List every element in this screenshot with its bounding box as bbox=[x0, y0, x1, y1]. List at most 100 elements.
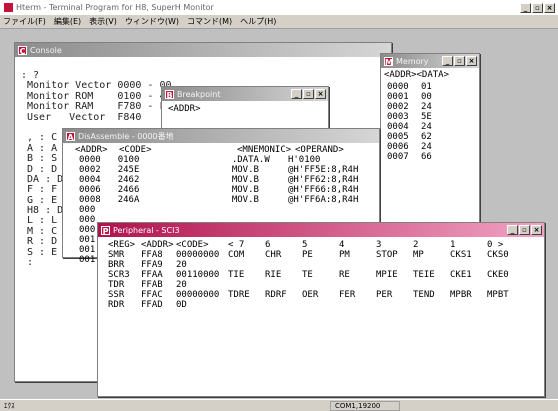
peripheral-cell: RDR bbox=[108, 300, 125, 310]
peripheral-minimize-button[interactable]: _ bbox=[507, 225, 518, 235]
peripheral-cell bbox=[413, 260, 450, 270]
peripheral-cell bbox=[265, 260, 302, 270]
peripheral-cell: CKS0 bbox=[487, 250, 509, 260]
memory-minimize-button[interactable]: _ bbox=[442, 56, 453, 66]
peripheral-title: Peripheral - SCI3 bbox=[113, 225, 180, 235]
memory-addr: 0000 bbox=[387, 82, 409, 92]
menu-edit[interactable]: 編集(E) bbox=[54, 16, 81, 27]
peripheral-titlebar[interactable]: P Peripheral - SCI3 _ ▫ × bbox=[98, 223, 544, 237]
peripheral-cell: 0D bbox=[176, 300, 187, 310]
peripheral-cell: TEIE bbox=[413, 270, 435, 280]
disassemble-row: 0006 2466 MOV.B @H'FF66:8,R4H bbox=[79, 185, 375, 195]
memory-row: 0006 24 bbox=[387, 142, 476, 152]
app-close-button[interactable]: × bbox=[544, 2, 555, 13]
memory-data: 24 bbox=[421, 122, 432, 132]
peripheral-cell: TDRE bbox=[228, 290, 250, 300]
app-titlebar[interactable]: Hterm - Terminal Program for H8, SuperH … bbox=[0, 0, 558, 15]
breakpoint-window[interactable]: B Breakpoint _ ▫ × <ADDR> bbox=[161, 86, 329, 132]
disassemble-mnemonic: MOV.B bbox=[231, 185, 259, 195]
peripheral-window-icon: P bbox=[101, 225, 110, 236]
memory-header: <ADDR><DATA> bbox=[384, 70, 450, 80]
peripheral-cell: PM bbox=[339, 250, 350, 260]
peripheral-cell bbox=[265, 280, 302, 290]
peripheral-cell bbox=[339, 260, 376, 270]
breakpoint-minimize-button[interactable]: _ bbox=[291, 89, 302, 99]
peripheral-row: RDR FFAD 0D bbox=[108, 300, 540, 310]
peripheral-cell bbox=[413, 280, 450, 290]
console-titlebar[interactable]: C Console bbox=[15, 43, 391, 57]
peripheral-cell bbox=[302, 280, 339, 290]
peripheral-cell bbox=[228, 300, 265, 310]
peripheral-cell: BRR bbox=[108, 260, 125, 270]
memory-window[interactable]: M Memory _ ▫ × <ADDR><DATA> 0000 01 0001 00… bbox=[380, 53, 480, 223]
app-window-controls: _ ▫ × bbox=[520, 2, 555, 13]
peripheral-row: SSR FFAC 00000000 TDRE RDRF OER FER PER TEND MPBR… bbox=[108, 290, 540, 300]
disassemble-operand: H'0100 bbox=[287, 155, 321, 165]
peripheral-row: BRR FFA9 20 bbox=[108, 260, 540, 270]
peripheral-header-col: 6 bbox=[265, 240, 271, 250]
disassemble-row: 0002 245E MOV.B @H'FF5E:8,R4H bbox=[79, 165, 375, 175]
peripheral-header-col: 4 bbox=[339, 240, 345, 250]
app-title: Hterm - Terminal Program for H8, SuperH … bbox=[16, 3, 214, 12]
memory-data: 62 bbox=[421, 132, 432, 142]
memory-maximize-button[interactable]: ▫ bbox=[454, 56, 465, 66]
memory-row: 0002 24 bbox=[387, 102, 476, 112]
disassemble-addr: 0006 bbox=[79, 185, 101, 195]
peripheral-cell: FFAD bbox=[141, 300, 163, 310]
peripheral-cell: PE bbox=[302, 250, 313, 260]
memory-close-button[interactable]: × bbox=[466, 56, 477, 66]
disassemble-title: DisAssemble - 0000番地 bbox=[78, 131, 174, 141]
peripheral-cell bbox=[302, 260, 339, 270]
peripheral-maximize-button[interactable]: ▫ bbox=[519, 225, 530, 235]
disassemble-window-icon: A bbox=[66, 131, 75, 142]
memory-data: 01 bbox=[421, 82, 432, 92]
disassemble-header-operand: <OPERAND> bbox=[295, 145, 344, 155]
peripheral-window[interactable]: P Peripheral - SCI3 _ ▫ × <REG> <ADDR> <CO… bbox=[97, 222, 545, 397]
peripheral-header-col: 5 bbox=[302, 240, 308, 250]
peripheral-cell bbox=[339, 280, 376, 290]
disassemble-titlebar[interactable]: A DisAssemble - 0000番地 bbox=[63, 129, 379, 143]
peripheral-cell: RDRF bbox=[265, 290, 287, 300]
peripheral-cell: RIE bbox=[265, 270, 282, 280]
peripheral-cell bbox=[376, 260, 413, 270]
peripheral-cell: SSR bbox=[108, 290, 125, 300]
breakpoint-close-button[interactable]: × bbox=[315, 89, 326, 99]
menu-file[interactable]: ファイル(F) bbox=[3, 16, 46, 27]
disassemble-code bbox=[118, 205, 232, 215]
memory-addr: 0006 bbox=[387, 142, 409, 152]
memory-titlebar[interactable]: M Memory _ ▫ × bbox=[381, 54, 479, 68]
memory-window-controls: _ ▫ × bbox=[442, 56, 477, 66]
breakpoint-maximize-button[interactable]: ▫ bbox=[303, 89, 314, 99]
peripheral-cell: CKE0 bbox=[487, 270, 509, 280]
menu-view[interactable]: 表示(V) bbox=[89, 16, 117, 27]
disassemble-header-code: <CODE> bbox=[119, 145, 152, 155]
peripheral-cell bbox=[302, 300, 339, 310]
peripheral-close-button[interactable]: × bbox=[531, 225, 542, 235]
peripheral-cell bbox=[376, 300, 413, 310]
peripheral-cell: MPBT bbox=[487, 290, 509, 300]
peripheral-cell: 00000000 bbox=[176, 250, 220, 260]
menu-command[interactable]: コマンド(M) bbox=[187, 16, 232, 27]
peripheral-header: <REG> <ADDR> <CODE> < 7 6 5 4 3 2 1 0 > bbox=[98, 237, 544, 250]
disassemble-mnemonic: MOV.B bbox=[231, 195, 259, 205]
peripheral-window-controls: _ ▫ × bbox=[507, 225, 542, 235]
peripheral-cell bbox=[228, 280, 265, 290]
disassemble-operand: @H'FF5E:8,R4H bbox=[287, 165, 359, 175]
peripheral-header-col: 2 bbox=[413, 240, 419, 250]
memory-data: 00 bbox=[421, 92, 432, 102]
app-maximize-button[interactable]: ▫ bbox=[532, 2, 543, 13]
menu-window[interactable]: ウィンドウ(W) bbox=[125, 16, 179, 27]
peripheral-cell: FFAB bbox=[141, 280, 163, 290]
disassemble-mnemonic: MOV.B bbox=[231, 175, 259, 185]
disassemble-operand: @H'FF6A:8,R4H bbox=[287, 195, 359, 205]
peripheral-cell bbox=[413, 300, 450, 310]
memory-addr: 0005 bbox=[387, 132, 409, 142]
peripheral-cell: FFA9 bbox=[141, 260, 163, 270]
menu-help[interactable]: ヘルプ(H) bbox=[240, 16, 276, 27]
disassemble-mnemonic: .DATA.W bbox=[231, 155, 270, 165]
peripheral-cell: PER bbox=[376, 290, 393, 300]
status-port: COM1,19200 bbox=[330, 400, 400, 411]
app-minimize-button[interactable]: _ bbox=[520, 2, 531, 13]
memory-data: 66 bbox=[421, 152, 432, 162]
breakpoint-titlebar[interactable]: B Breakpoint _ ▫ × bbox=[162, 87, 328, 101]
